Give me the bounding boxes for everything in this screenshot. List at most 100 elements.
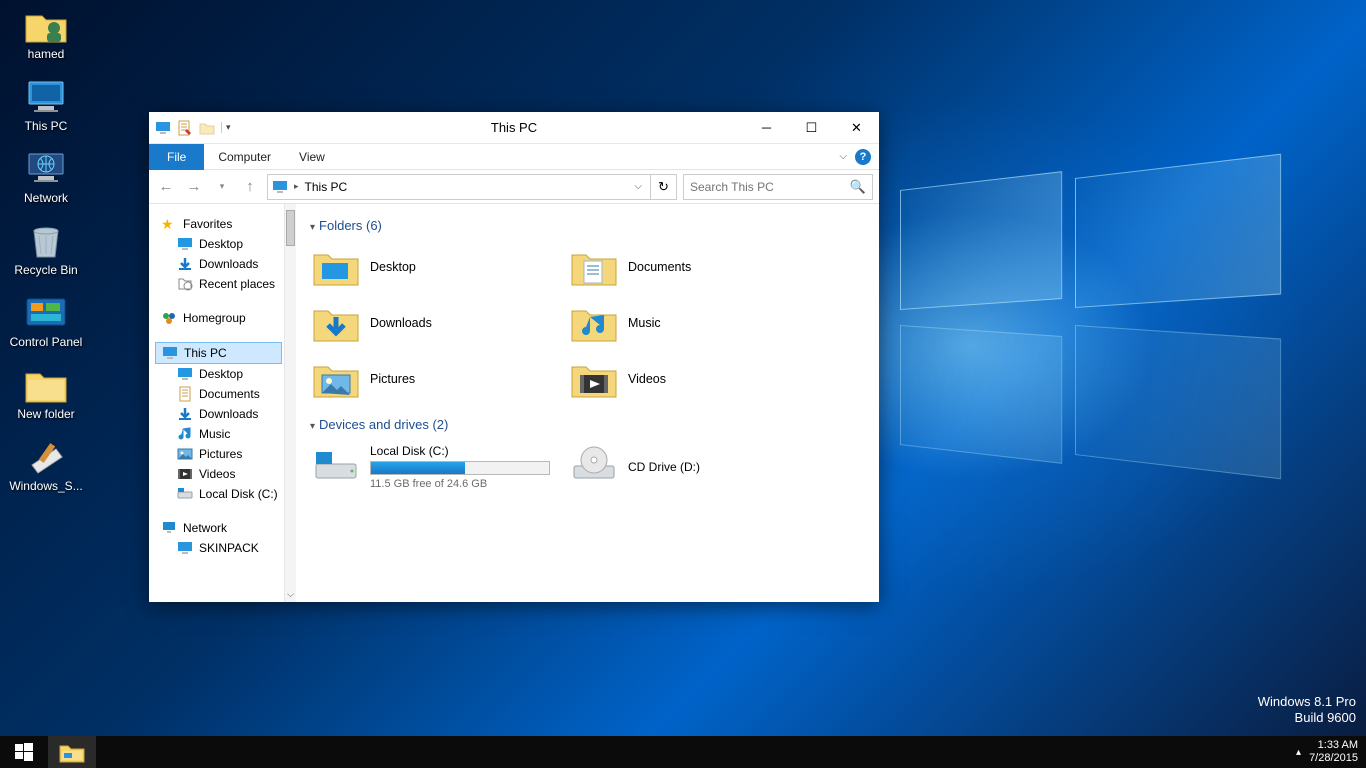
tray-arrow-icon[interactable]: ▴ [1296,747,1301,758]
file-icon [22,437,70,477]
nav-homegroup[interactable]: Homegroup [155,308,296,328]
nav-item-pc-music[interactable]: Music [155,424,296,444]
tab-computer[interactable]: Computer [204,144,285,170]
explorer-icon [59,741,85,763]
explorer-window: ▾ This PC ─ ☐ ✕ File Computer View ⌵ ? ←… [149,112,879,602]
tab-view[interactable]: View [285,144,339,170]
up-button[interactable]: ↑ [239,176,261,198]
wallpaper-panel [900,171,1062,310]
computer-icon [162,345,178,361]
search-box[interactable]: 🔍 [683,174,873,200]
computer-icon [22,77,70,117]
maximize-button[interactable]: ☐ [789,114,834,142]
close-button[interactable]: ✕ [834,114,879,142]
desktop-folder-icon [312,247,360,287]
windows-watermark: Windows 8.1 Pro Build 9600 [1258,694,1356,726]
back-button[interactable]: ← [155,176,177,198]
nav-item-pc-videos[interactable]: Videos [155,464,296,484]
start-button[interactable] [0,736,48,768]
properties-icon[interactable] [177,120,193,136]
folder-music[interactable]: Music [568,299,818,347]
star-icon: ★ [161,216,177,232]
titlebar[interactable]: ▾ This PC ─ ☐ ✕ [149,112,879,144]
nav-item-net-skinpack[interactable]: SKINPACK [155,538,296,558]
search-input[interactable] [690,180,850,194]
icon-label: This PC [25,120,68,133]
system-tray[interactable]: ▴ 1:33 AM 7/28/2015 [1296,736,1366,768]
folder-desktop[interactable]: Desktop [310,243,560,291]
recent-icon [177,276,193,292]
folder-documents[interactable]: Documents [568,243,818,291]
disk-icon [177,486,193,502]
drive-usage-bar [370,461,550,475]
clock-date: 7/28/2015 [1309,752,1358,765]
wallpaper-panel [1075,325,1281,479]
pictures-icon [177,446,193,462]
desktop-icon-recycle-bin[interactable]: Recycle Bin [8,221,84,277]
desktop-icon [177,236,193,252]
drive-local-disk-c[interactable]: Local Disk (C:) 11.5 GB free of 24.6 GB [310,442,560,492]
desktop-icon [177,366,193,382]
videos-folder-icon [570,359,618,399]
window-body: ⌵ ★Favorites Desktop Downloads Recent pl… [149,204,879,602]
content-pane: Folders (6) Desktop Documents Downloads … [296,204,879,602]
nav-item-pc-localdisk[interactable]: Local Disk (C:) [155,484,296,504]
network-icon [161,520,177,536]
nav-item-pc-downloads[interactable]: Downloads [155,404,296,424]
clock[interactable]: 1:33 AM 7/28/2015 [1309,739,1358,765]
drives-grid: Local Disk (C:) 11.5 GB free of 24.6 GB … [310,442,865,492]
desktop-icon-user[interactable]: hamed [8,5,84,61]
qat-dropdown-icon[interactable]: ▾ [221,122,231,133]
tab-file[interactable]: File [149,144,204,170]
download-icon [177,406,193,422]
hard-disk-icon [312,444,360,484]
folders-grid: Desktop Documents Downloads Music Pictur… [310,243,865,403]
music-folder-icon [570,303,618,343]
icon-label: Windows_S... [9,480,82,493]
drive-cd-d[interactable]: CD Drive (D:) [568,442,818,492]
minimize-button[interactable]: ─ [744,114,789,142]
section-folders-header[interactable]: Folders (6) [310,218,865,233]
desktop-icon-network[interactable]: Network [8,149,84,205]
desktop-icon-windows-s[interactable]: Windows_S... [8,437,84,493]
section-drives-header[interactable]: Devices and drives (2) [310,417,865,432]
nav-item-pc-desktop[interactable]: Desktop [155,364,296,384]
address-dropdown-icon[interactable]: ⌵ [630,181,646,192]
taskbar: ▴ 1:33 AM 7/28/2015 [0,736,1366,768]
help-icon[interactable]: ? [855,149,871,165]
icon-label: Network [24,192,68,205]
address-separator-icon[interactable]: ▸ [294,181,299,192]
recycle-bin-icon [22,221,70,261]
navigation-pane: ⌵ ★Favorites Desktop Downloads Recent pl… [149,204,296,602]
desktop-icon-new-folder[interactable]: New folder [8,365,84,421]
nav-favorites[interactable]: ★Favorites [155,214,296,234]
expand-ribbon-icon[interactable]: ⌵ [839,151,847,162]
nav-network[interactable]: Network [155,518,296,538]
nav-item-pc-documents[interactable]: Documents [155,384,296,404]
quick-access-toolbar: ▾ [149,120,231,136]
nav-item-downloads[interactable]: Downloads [155,254,296,274]
new-folder-icon[interactable] [199,120,215,136]
forward-button[interactable]: → [183,176,205,198]
recent-dropdown-icon[interactable]: ▾ [211,176,233,198]
nav-this-pc[interactable]: This PC [155,342,282,364]
computer-icon [177,540,193,556]
desktop-icon-control-panel[interactable]: Control Panel [8,293,84,349]
drive-name: CD Drive (D:) [628,460,700,474]
taskbar-explorer-button[interactable] [48,736,96,768]
nav-item-pc-pictures[interactable]: Pictures [155,444,296,464]
homegroup-icon [161,310,177,326]
music-icon [177,426,193,442]
clock-time: 1:33 AM [1309,739,1358,752]
folder-downloads[interactable]: Downloads [310,299,560,347]
address-bar[interactable]: ▸ This PC ⌵ [267,174,651,200]
cd-drive-icon [570,444,618,484]
folder-videos[interactable]: Videos [568,355,818,403]
videos-icon [177,466,193,482]
nav-item-desktop[interactable]: Desktop [155,234,296,254]
desktop-icon-this-pc[interactable]: This PC [8,77,84,133]
refresh-button[interactable]: ↻ [651,174,677,200]
nav-item-recent[interactable]: Recent places [155,274,296,294]
folder-pictures[interactable]: Pictures [310,355,560,403]
control-panel-icon [22,293,70,333]
